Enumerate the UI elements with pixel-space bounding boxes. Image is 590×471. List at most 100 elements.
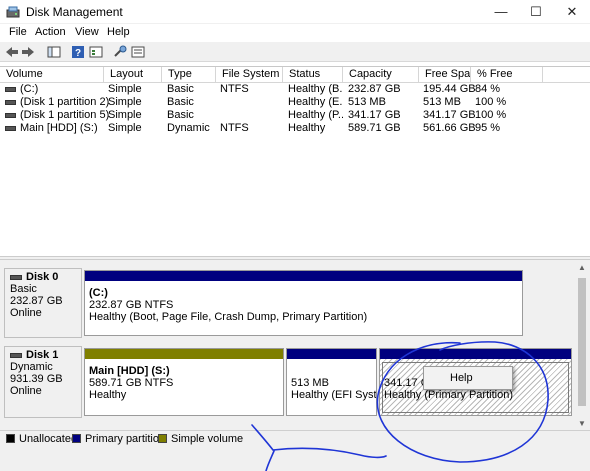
- disk-type: Basic: [10, 283, 37, 295]
- menu-file[interactable]: File: [9, 26, 27, 38]
- disk-state: Online: [10, 385, 42, 397]
- disk-state: Online: [10, 307, 42, 319]
- cell-status: Healthy (B...: [288, 83, 343, 95]
- context-menu: Help: [423, 366, 513, 390]
- maximize-button[interactable]: ☐: [518, 0, 554, 24]
- partition-detail: 232.87 GB NTFS: [89, 299, 174, 311]
- cell-percent-free: 100 %: [475, 96, 507, 108]
- cell-volume: (C:): [20, 83, 39, 95]
- cell-type: Basic: [167, 83, 194, 95]
- column-header-blank: [543, 67, 590, 83]
- menu-bar: File Action View Help: [0, 24, 590, 42]
- cell-status: Healthy (P...: [288, 109, 343, 121]
- partition-status: Healthy (Primary Partition): [384, 389, 513, 401]
- title-bar: Disk Management — ☐ ✕: [0, 0, 590, 24]
- column-header-layout[interactable]: Layout: [104, 67, 162, 83]
- minimize-button[interactable]: —: [483, 0, 519, 24]
- partition-title: (C:): [89, 287, 108, 299]
- partition-main-hdd[interactable]: Main [HDD] (S:) 589.71 GB NTFS Healthy: [84, 348, 284, 416]
- cell-free-space: 513 MB: [423, 96, 461, 108]
- cell-status: Healthy (E...: [288, 96, 343, 108]
- column-header-percent-free[interactable]: % Free: [471, 67, 543, 83]
- partition-status: Healthy (EFI System: [291, 389, 377, 401]
- connect-icon[interactable]: [112, 44, 128, 60]
- partition-status: Healthy (Boot, Page File, Crash Dump, Pr…: [89, 311, 368, 323]
- cell-file-system: NTFS: [220, 83, 249, 95]
- scroll-up-icon[interactable]: ▲: [574, 262, 590, 274]
- partition-status: Healthy: [89, 389, 127, 401]
- disk-1-label[interactable]: Disk 1 Dynamic 931.39 GB Online: [4, 346, 82, 418]
- vertical-scrollbar[interactable]: ▲ ▼: [574, 260, 590, 430]
- column-header-type[interactable]: Type: [162, 67, 216, 83]
- volume-list: Volume Layout Type File System Status Ca…: [0, 66, 590, 256]
- cell-layout: Simple: [108, 96, 142, 108]
- table-row[interactable]: (Disk 1 partition 5) Simple Basic Health…: [0, 109, 590, 122]
- disk-icon: [10, 275, 22, 280]
- cell-percent-free: 100 %: [475, 109, 507, 121]
- cell-capacity: 513 MB: [348, 96, 386, 108]
- context-menu-help[interactable]: Help: [450, 372, 473, 384]
- legend: Unallocated Primary partition Simple vol…: [0, 430, 590, 446]
- partition-color-bar: [380, 349, 571, 359]
- partition-c[interactable]: (C:) 232.87 GB NTFS Healthy (Boot, Page …: [84, 270, 523, 336]
- disk-name: Disk 0: [26, 271, 59, 283]
- column-header-free-space[interactable]: Free Spa...: [419, 67, 471, 83]
- scroll-down-icon[interactable]: ▼: [574, 418, 590, 430]
- help-icon[interactable]: ?: [70, 44, 86, 60]
- partition-color-bar: [85, 349, 283, 359]
- close-button[interactable]: ✕: [554, 0, 590, 24]
- legend-swatch-primary: [72, 434, 81, 443]
- cell-free-space: 561.66 GB: [423, 122, 476, 134]
- disk-size: 232.87 GB: [10, 295, 63, 307]
- back-arrow-icon[interactable]: [4, 44, 20, 60]
- partition-color-bar: [287, 349, 376, 359]
- cell-type: Basic: [167, 96, 194, 108]
- drive-icon: [5, 100, 16, 105]
- table-row[interactable]: Main [HDD] (S:) Simple Dynamic NTFS Heal…: [0, 122, 590, 135]
- cell-layout: Simple: [108, 122, 142, 134]
- partition-color-bar: [85, 271, 522, 281]
- forward-arrow-icon[interactable]: [20, 44, 36, 60]
- legend-swatch-simple: [158, 434, 167, 443]
- column-header-volume[interactable]: Volume: [0, 67, 104, 83]
- console-tree-icon[interactable]: [46, 44, 62, 60]
- partition-detail: 513 MB: [291, 377, 329, 389]
- window-title: Disk Management: [26, 5, 123, 19]
- cell-type: Dynamic: [167, 122, 210, 134]
- partition-detail: 589.71 GB NTFS: [89, 377, 174, 389]
- cell-volume: Main [HDD] (S:): [20, 122, 98, 134]
- cell-file-system: NTFS: [220, 122, 249, 134]
- cell-status: Healthy: [288, 122, 326, 134]
- cell-layout: Simple: [108, 83, 142, 95]
- menu-help[interactable]: Help: [107, 26, 130, 38]
- column-header-file-system[interactable]: File System: [216, 67, 283, 83]
- cell-free-space: 341.17 GB: [423, 109, 476, 121]
- table-row[interactable]: (Disk 1 partition 2) Simple Basic Health…: [0, 96, 590, 109]
- disk-0-label[interactable]: Disk 0 Basic 232.87 GB Online: [4, 268, 82, 338]
- disk-name: Disk 1: [26, 349, 59, 361]
- disk-management-app-icon: [6, 6, 20, 18]
- disk-graphical-view: Disk 0 Basic 232.87 GB Online (C:) 232.8…: [0, 260, 590, 430]
- legend-label-unallocated: Unallocated: [19, 433, 78, 445]
- legend-label-primary: Primary partition: [85, 433, 166, 445]
- svg-text:?: ?: [75, 48, 81, 59]
- drive-icon: [5, 87, 16, 92]
- drive-icon: [5, 126, 16, 131]
- scrollbar-thumb[interactable]: [578, 278, 586, 406]
- legend-swatch-unallocated: [6, 434, 15, 443]
- menu-action[interactable]: Action: [35, 26, 66, 38]
- properties-icon[interactable]: [88, 44, 104, 60]
- list-view-icon[interactable]: [130, 44, 146, 60]
- disk-icon: [10, 353, 22, 358]
- cell-type: Basic: [167, 109, 194, 121]
- cell-percent-free: 84 %: [475, 83, 501, 95]
- menu-view[interactable]: View: [75, 26, 99, 38]
- column-header-status[interactable]: Status: [283, 67, 343, 83]
- cell-percent-free: 95 %: [475, 122, 501, 134]
- column-header-capacity[interactable]: Capacity: [343, 67, 419, 83]
- partition-efi[interactable]: 513 MB Healthy (EFI System: [286, 348, 377, 416]
- legend-label-simple: Simple volume: [171, 433, 244, 445]
- table-row[interactable]: (C:) Simple Basic NTFS Healthy (B... 232…: [0, 83, 590, 96]
- partition-title: Main [HDD] (S:): [89, 365, 170, 377]
- disk-type: Dynamic: [10, 361, 53, 373]
